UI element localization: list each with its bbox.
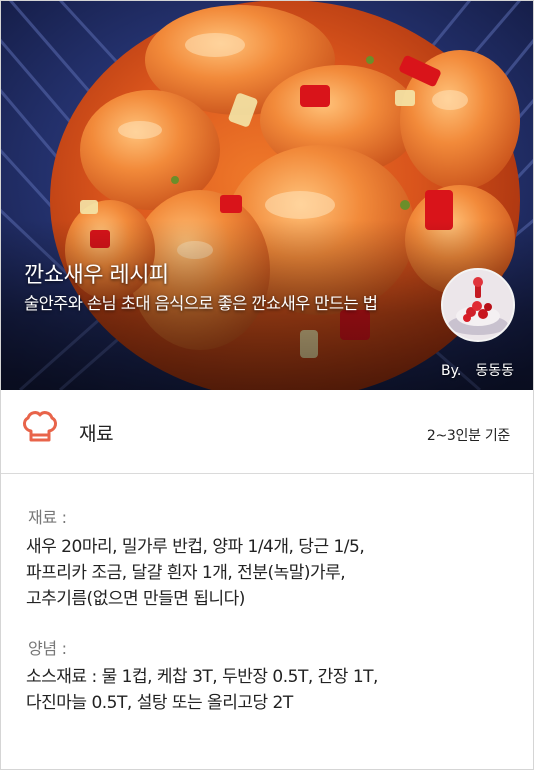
ingredients-label: 재료 : xyxy=(28,508,67,527)
seasoning-line: 소스재료 : 물 1컵, 케찹 3T, 두반장 0.5T, 간장 1T, xyxy=(26,667,378,687)
ingredients-line: 새우 20마리, 밀가루 반컵, 양파 1/4개, 당근 1/5, xyxy=(26,537,365,557)
ingredients-line: 파프리카 조금, 달걀 흰자 1개, 전분(녹말)가루, xyxy=(26,563,346,583)
ingredients-line: 고추기름(없으면 만들면 됩니다) xyxy=(26,589,245,609)
author-prefix: By. xyxy=(441,363,462,379)
author-avatar[interactable] xyxy=(441,268,515,342)
seasoning-line: 다진마늘 0.5T, 설탕 또는 올리고당 2T xyxy=(26,693,293,713)
chef-hat-icon xyxy=(22,411,58,442)
recipe-subtitle: 술안주와 손님 초대 음식으로 좋은 깐쇼새우 만드는 법 xyxy=(24,294,378,313)
recipe-page: 깐쇼새우 레시피 술안주와 손님 초대 음식으로 좋은 깐쇼새우 만드는 법 B… xyxy=(0,0,534,770)
ingredients-title: 재료 xyxy=(79,423,114,445)
dessert-photo-icon xyxy=(443,270,513,340)
ingredients-header: 재료 2~3인분 기준 xyxy=(0,390,534,474)
author-credit[interactable]: By. 동동동 xyxy=(441,360,514,380)
servings-label: 2~3인분 기준 xyxy=(426,428,510,444)
seasoning-label: 양념 : xyxy=(28,639,67,658)
author-name: 동동동 xyxy=(475,363,514,379)
ingredients-text: 새우 20마리, 밀가루 반컵, 양파 1/4개, 당근 1/5, 파프리카 조… xyxy=(26,534,506,612)
seasoning-text: 소스재료 : 물 1컵, 케찹 3T, 두반장 0.5T, 간장 1T, 다진마… xyxy=(26,664,506,716)
recipe-hero-image: 깐쇼새우 레시피 술안주와 손님 초대 음식으로 좋은 깐쇼새우 만드는 법 B… xyxy=(0,0,534,390)
recipe-title: 깐쇼새우 레시피 xyxy=(24,263,169,288)
